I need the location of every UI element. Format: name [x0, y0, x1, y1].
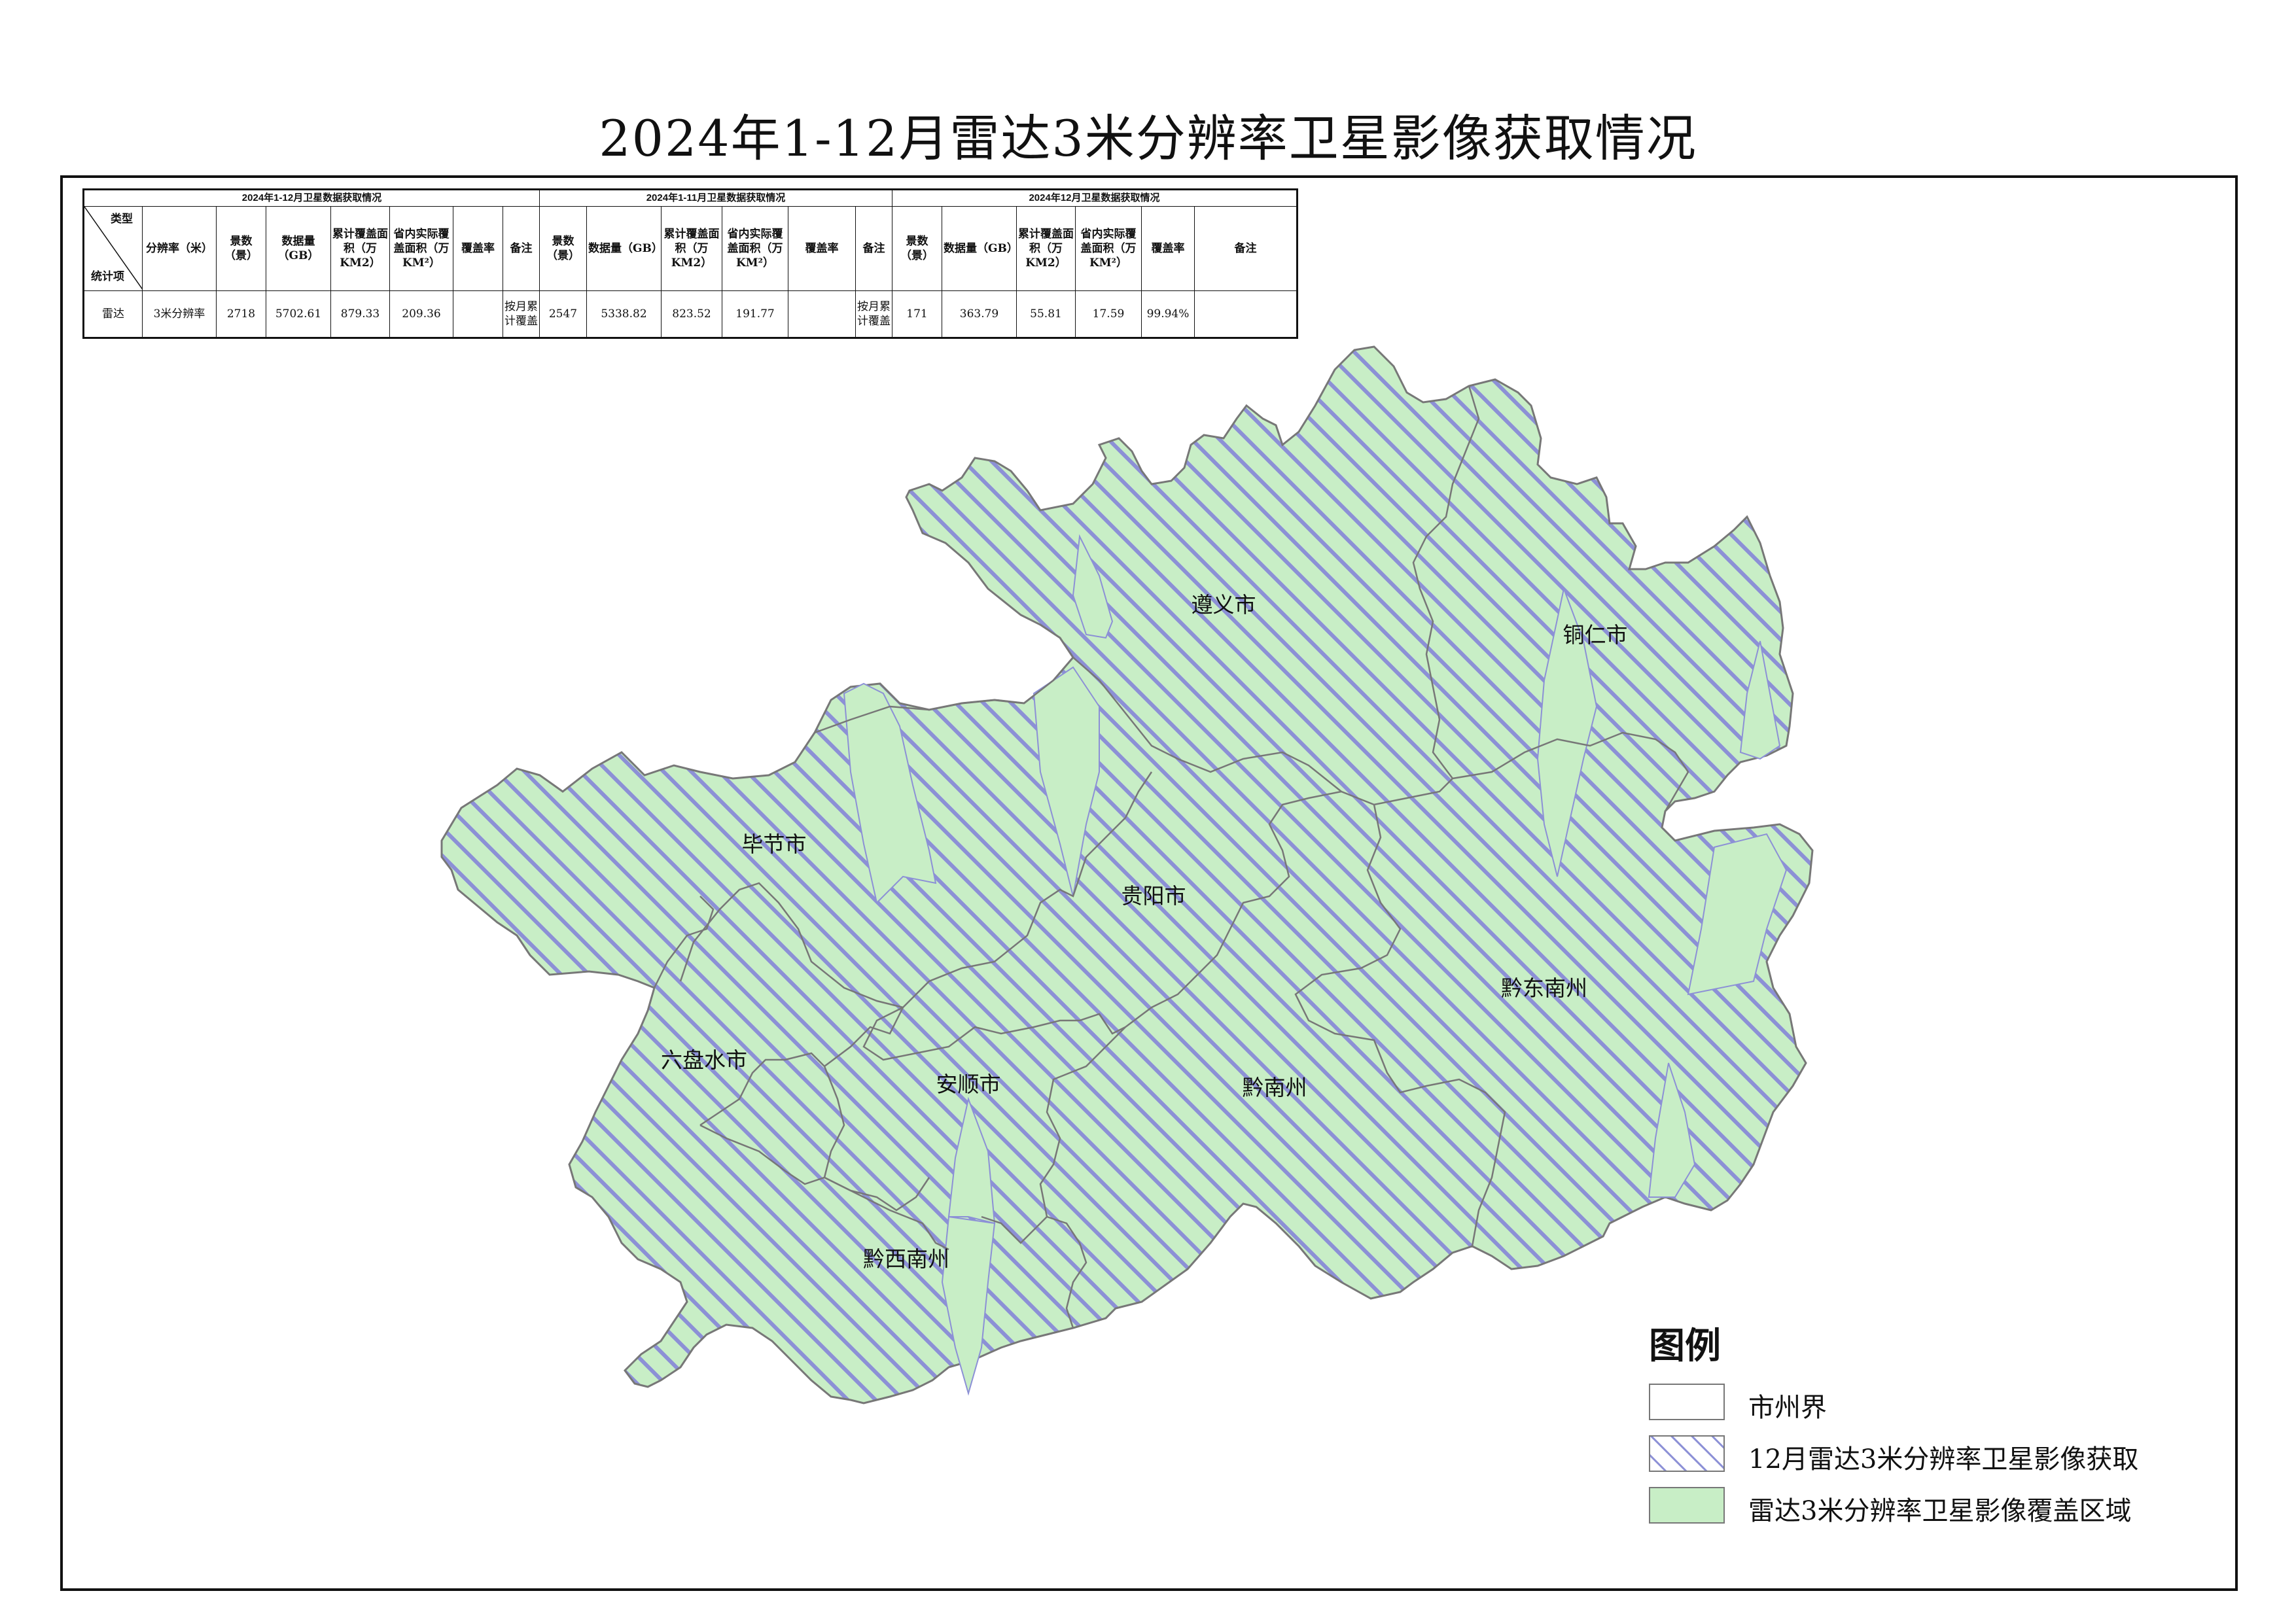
region-label-qiannan: 黔南州 — [1242, 1075, 1307, 1100]
legend-swatch-boundary — [1649, 1384, 1725, 1420]
region-label-tongren: 铜仁市 — [1563, 622, 1628, 648]
legend-swatch-hatch — [1649, 1435, 1725, 1472]
legend-label-coverage: 雷达3米分辨率卫星影像覆盖区域 — [1748, 1496, 2132, 1526]
legend-title: 图例 — [1649, 1324, 1722, 1367]
legend-label-december: 12月雷达3米分辨率卫星影像获取 — [1748, 1444, 2139, 1475]
region-label-anshun: 安顺市 — [936, 1072, 1001, 1097]
region-label-bijie: 毕节市 — [741, 831, 807, 857]
region-label-zunyi: 遵义市 — [1191, 592, 1256, 618]
legend-item-december: 12月雷达3米分辨率卫星影像获取 — [1649, 1435, 2185, 1475]
region-label-guiyang: 贵阳市 — [1121, 883, 1186, 909]
legend-swatch-coverage — [1649, 1487, 1725, 1524]
region-label-qiandongnan: 黔东南州 — [1501, 975, 1587, 1001]
legend-label-boundary: 市州界 — [1748, 1393, 1827, 1423]
map-legend: 图例 市州界 12月雷达3米分辨率卫星影像获取 雷达3米分辨率卫星影像覆盖区域 — [1649, 1316, 2185, 1532]
region-label-qianxinan: 黔西南州 — [863, 1246, 949, 1272]
region-label-liupanshui: 六盘水市 — [661, 1047, 747, 1073]
province-outline — [440, 345, 1814, 1405]
legend-item-coverage: 雷达3米分辨率卫星影像覆盖区域 — [1649, 1487, 2185, 1526]
legend-item-boundary: 市州界 — [1649, 1384, 2185, 1423]
